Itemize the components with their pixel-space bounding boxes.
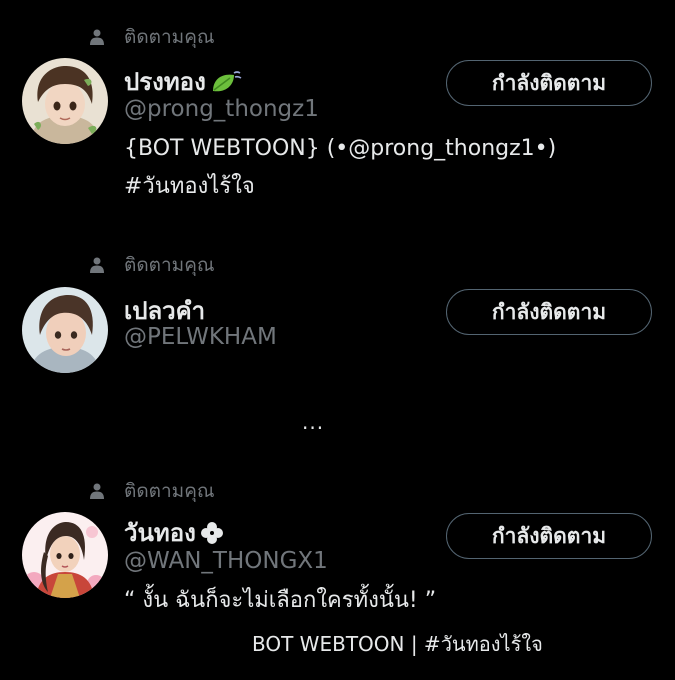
follows-you-label: ติดตามคุณ [90,254,215,276]
following-button[interactable]: กำลังติดตาม [446,289,652,335]
leaf-icon [210,69,242,95]
clover-icon [200,521,224,545]
avatar[interactable] [22,512,108,598]
bio-line: {BOT WEBTOON} (•@prong_thongz1•) [124,136,557,161]
user-handle[interactable]: @prong_thongz1 [124,96,319,122]
avatar[interactable] [22,58,108,144]
avatar[interactable] [22,287,108,373]
person-icon [90,29,104,45]
display-name[interactable]: วันทอง [124,513,224,552]
follows-you-label: ติดตามคุณ [90,480,215,502]
following-button[interactable]: กำลังติดตาม [446,60,652,106]
user-handle[interactable]: @WAN_THONGX1 [124,548,328,574]
bio-line: BOT WEBTOON | #วันทองไร้ใจ [252,632,543,656]
person-icon [90,257,104,273]
user-handle[interactable]: @PELWKHAM [124,324,277,350]
bio-line: “ งั้น ฉันก็จะไม่เลือกใครทั้งนั้น! ” [124,588,437,613]
following-button[interactable]: กำลังติดตาม [446,513,652,559]
person-icon [90,483,104,499]
ellipsis: ... [302,410,325,434]
bio-line[interactable]: #วันทองไร้ใจ [124,170,255,204]
follows-you-label: ติดตามคุณ [90,26,215,48]
